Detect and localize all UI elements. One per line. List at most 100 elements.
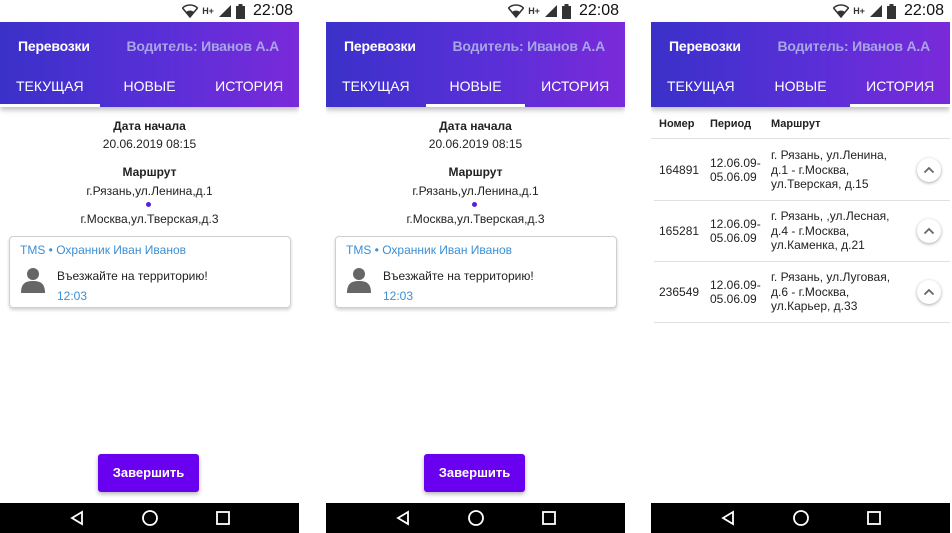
nav-bar [651, 503, 950, 533]
home-icon[interactable] [790, 507, 812, 529]
person-icon [347, 268, 371, 293]
table-row[interactable]: 165281 12.06.09- 05.06.09 г. Рязань, ,ул… [654, 201, 950, 262]
app-title: Перевозки [18, 38, 90, 54]
route-line: д.4 - г.Москва, [771, 223, 850, 238]
route-line: д.6 - г.Москва, [771, 284, 850, 299]
battery-icon [561, 3, 571, 19]
row-number: 165281 [659, 224, 700, 238]
driver-name: Водитель: Иванов А.А [126, 38, 279, 54]
tab-history[interactable]: ИСТОРИЯ [850, 69, 950, 107]
home-icon[interactable] [465, 507, 487, 529]
row-period: 12.06.09- 05.06.09 [710, 140, 761, 200]
tab-new[interactable]: НОВЫЕ [100, 69, 200, 107]
wifi-icon [508, 4, 525, 18]
status-time: 22:08 [252, 2, 293, 19]
status-bar: H+ 22:08 [326, 0, 625, 22]
row-route: г. Рязань, ул.Луговая, д.6 - г.Москва, у… [771, 262, 911, 322]
message-time: 12:03 [57, 289, 88, 303]
route-dot [146, 202, 151, 207]
route-line: г. Рязань, ул.Ленина, [771, 148, 887, 163]
route-line: ул.Карьер, д.33 [771, 299, 858, 314]
driver-name: Водитель: Иванов А.А [452, 38, 605, 54]
route-dot [472, 202, 477, 207]
app-title: Перевозки [669, 38, 741, 54]
app-title: Перевозки [344, 38, 416, 54]
row-route: г. Рязань, ,ул.Лесная, д.4 - г.Москва, у… [771, 201, 911, 261]
status-time: 22:08 [578, 2, 619, 19]
back-icon[interactable] [717, 507, 739, 529]
table-header: Номер Период Маршрут [651, 107, 950, 139]
message-card[interactable]: TMS • Охранник Иван Иванов Въезжайте на … [9, 236, 291, 308]
finish-button[interactable]: Завершить [424, 454, 525, 492]
finish-button[interactable]: Завершить [98, 454, 199, 492]
tab-new[interactable]: НОВЫЕ [751, 69, 851, 107]
route-label: Маршрут [448, 165, 503, 179]
nav-bar [0, 503, 299, 533]
h-plus-icon: H+ [202, 5, 214, 16]
battery-icon [886, 3, 896, 19]
period-from: 12.06.09- [710, 278, 761, 292]
status-bar: H+ 22:08 [651, 0, 950, 22]
message-sender: TMS • Охранник Иван Иванов [346, 243, 513, 257]
message-time: 12:03 [383, 289, 414, 303]
column-period: Период [710, 118, 752, 130]
screen-new: H+ 22:08 Перевозки Водитель: Иванов А.А … [326, 0, 625, 533]
route-to: г.Москва,ул.Тверская,д.3 [80, 212, 219, 226]
tab-new[interactable]: НОВЫЕ [425, 69, 526, 107]
start-date-value: 20.06.2019 08:15 [428, 137, 523, 151]
route-line: г. Рязань, ул.Луговая, [771, 270, 891, 285]
chevron-up-icon[interactable] [917, 280, 941, 304]
row-number: 236549 [659, 285, 700, 299]
h-plus-icon: H+ [528, 5, 540, 16]
message-sender: TMS • Охранник Иван Иванов [20, 243, 187, 257]
app-bar: Перевозки Водитель: Иванов А.А ТЕКУЩАЯ Н… [0, 22, 299, 107]
signal-icon [544, 5, 557, 17]
route-line: ул.Тверская, д.15 [771, 177, 869, 192]
signal-icon [218, 5, 231, 17]
route-from: г.Рязань,ул.Ленина,д.1 [86, 184, 213, 198]
home-icon[interactable] [139, 507, 161, 529]
tab-current[interactable]: ТЕКУЩАЯ [651, 69, 751, 107]
tab-current[interactable]: ТЕКУЩАЯ [0, 69, 100, 107]
tab-history[interactable]: ИСТОРИЯ [199, 69, 299, 107]
signal-icon [869, 5, 882, 17]
screen-current: H+ 22:08 Перевозки Водитель: Иванов А.А … [0, 0, 299, 533]
recents-icon[interactable] [538, 507, 560, 529]
period-from: 12.06.09- [710, 217, 761, 231]
app-bar: Перевозки Водитель: Иванов А.А ТЕКУЩАЯ Н… [651, 22, 950, 107]
route-line: ул.Каменка, д.21 [771, 238, 865, 253]
column-number: Номер [659, 118, 695, 130]
trip-details: Дата начала 20.06.2019 08:15 Маршрут г.Р… [0, 107, 299, 503]
recents-icon[interactable] [212, 507, 234, 529]
back-icon[interactable] [392, 507, 414, 529]
tab-bar: ТЕКУЩАЯ НОВЫЕ ИСТОРИЯ [326, 69, 625, 107]
row-period: 12.06.09- 05.06.09 [710, 201, 761, 261]
app-bar: Перевозки Водитель: Иванов А.А ТЕКУЩАЯ Н… [326, 22, 625, 107]
row-period: 12.06.09- 05.06.09 [710, 262, 761, 322]
tab-current[interactable]: ТЕКУЩАЯ [326, 69, 426, 107]
message-card[interactable]: TMS • Охранник Иван Иванов Въезжайте на … [335, 236, 617, 308]
tab-bar: ТЕКУЩАЯ НОВЫЕ ИСТОРИЯ [651, 69, 950, 107]
start-date-label: Дата начала [439, 119, 512, 133]
driver-name: Водитель: Иванов А.А [777, 38, 930, 54]
start-date-label: Дата начала [113, 119, 186, 133]
trip-details: Дата начала 20.06.2019 08:15 Маршрут г.Р… [326, 107, 625, 503]
period-to: 05.06.09 [710, 231, 757, 245]
route-label: Маршрут [122, 165, 177, 179]
back-icon[interactable] [66, 507, 88, 529]
row-route: г. Рязань, ул.Ленина, д.1 - г.Москва, ул… [771, 140, 911, 200]
recents-icon[interactable] [863, 507, 885, 529]
period-to: 05.06.09 [710, 292, 757, 306]
screen-history: H+ 22:08 Перевозки Водитель: Иванов А.А … [651, 0, 950, 533]
status-bar: H+ 22:08 [0, 0, 299, 22]
table-row[interactable]: 236549 12.06.09- 05.06.09 г. Рязань, ул.… [654, 262, 950, 323]
period-from: 12.06.09- [710, 156, 761, 170]
chevron-up-icon[interactable] [917, 219, 941, 243]
tab-history[interactable]: ИСТОРИЯ [525, 69, 625, 107]
message-text: Въезжайте на территорию! [383, 269, 534, 283]
route-to: г.Москва,ул.Тверская,д.3 [406, 212, 545, 226]
chevron-up-icon[interactable] [917, 158, 941, 182]
tab-bar: ТЕКУЩАЯ НОВЫЕ ИСТОРИЯ [0, 69, 299, 107]
table-row[interactable]: 164891 12.06.09- 05.06.09 г. Рязань, ул.… [654, 140, 950, 201]
person-icon [21, 268, 45, 293]
